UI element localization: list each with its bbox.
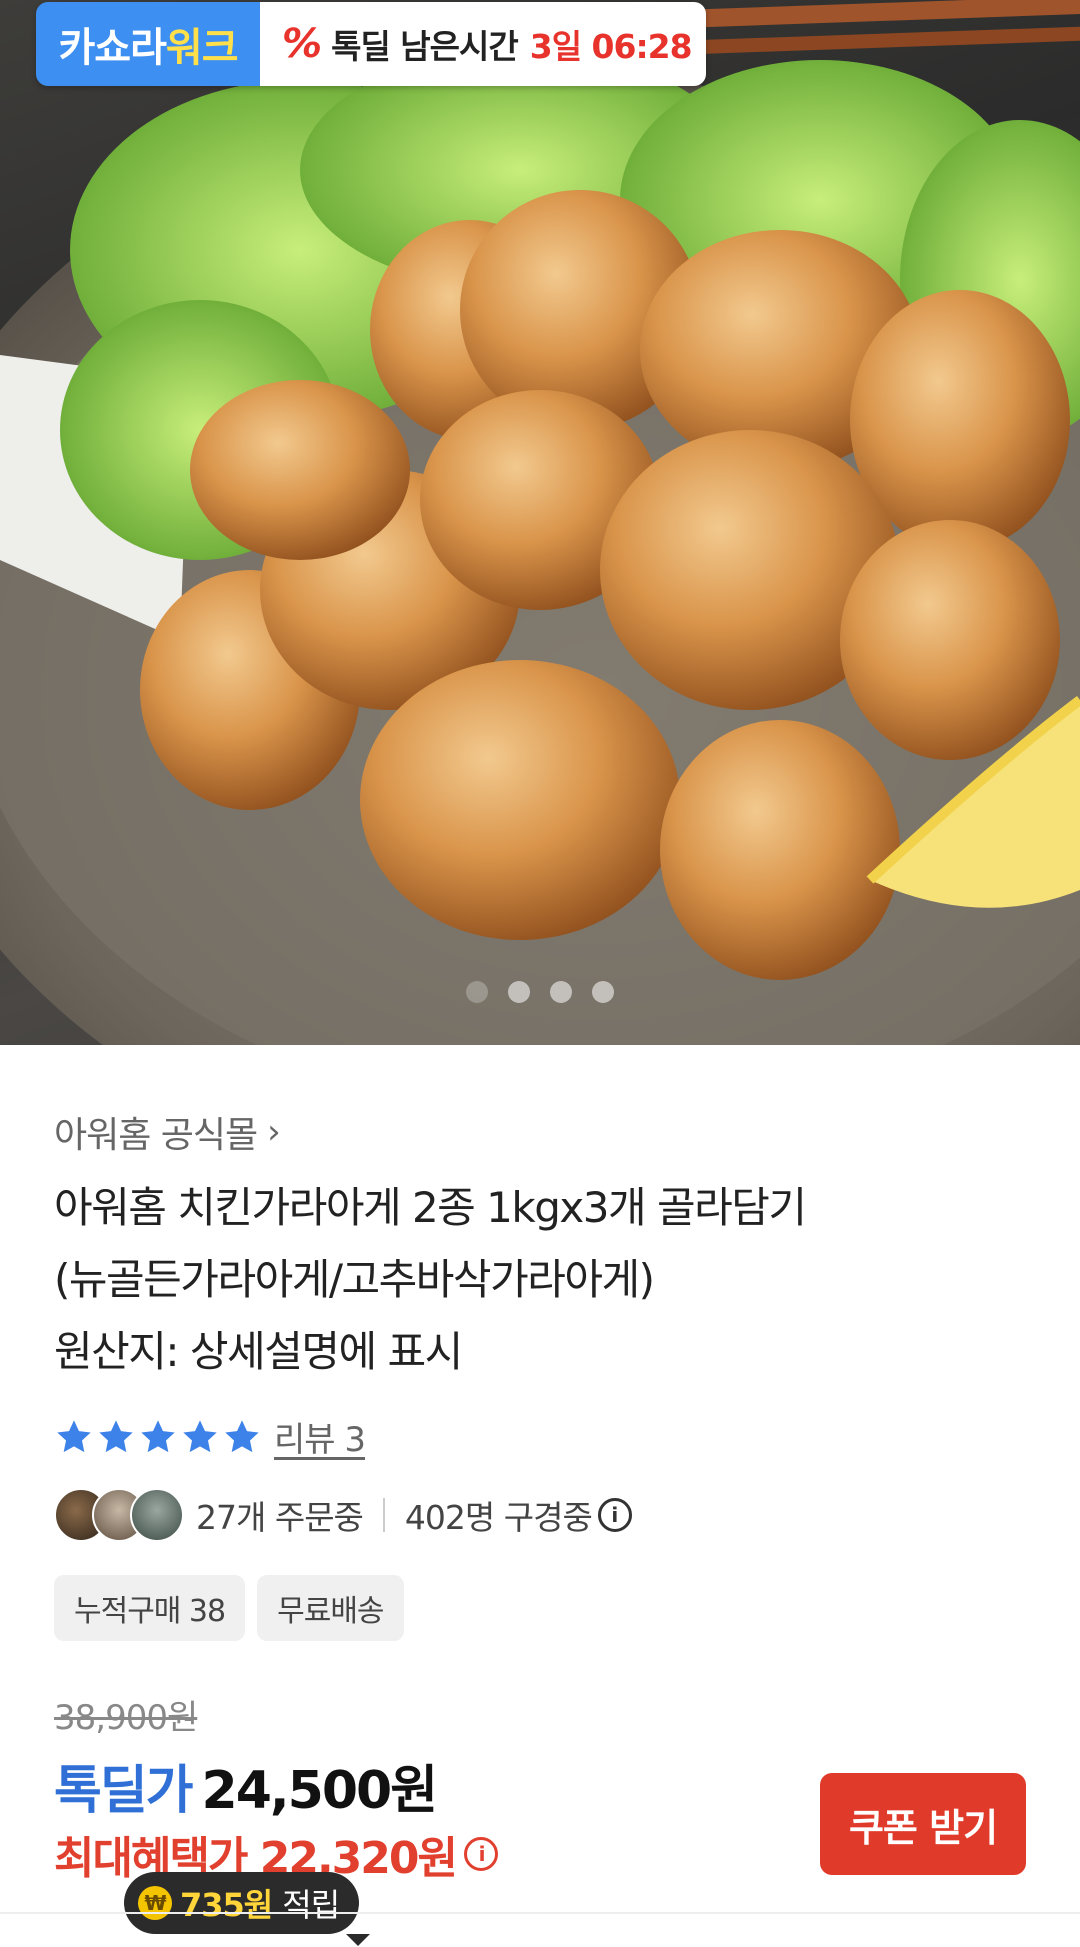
fried-chicken-photo <box>0 0 1080 1045</box>
deal-price-amount: 24,500원 <box>201 1761 439 1821</box>
product-tags: 누적구매 38 무료배송 <box>54 1575 404 1641</box>
product-origin: 원산지: 상세설명에 표시 <box>54 1327 463 1376</box>
product-title-line: 아워홈 치킨가라아게 2종 1kgx3개 골라담기 <box>54 1183 807 1232</box>
divider <box>0 1912 1080 1914</box>
viewers-count: 402명 구경중 <box>404 1498 593 1537</box>
product-title: 아워홈 치킨가라아게 2종 1kgx3개 골라담기 (뉴골든가라아게/고추바삭가… <box>54 1172 1044 1388</box>
deal-price-label: 톡딜가 <box>54 1761 194 1821</box>
carousel-dot[interactable] <box>466 981 488 1003</box>
carousel-dots <box>466 981 614 1003</box>
product-title-line: (뉴골든가라아게/고추바삭가라아게) <box>54 1255 655 1304</box>
buyer-avatars <box>54 1488 184 1542</box>
carousel-dot[interactable] <box>592 981 614 1003</box>
star-icon <box>99 1419 133 1452</box>
product-image-carousel[interactable]: 카쇼라 워크 % 톡딜 남은시간 3일 06:28 <box>0 0 1080 1045</box>
rating-row: 리뷰 3 <box>54 1412 366 1461</box>
star-icon <box>183 1419 217 1452</box>
star-rating <box>54 1417 262 1457</box>
chevron-right-icon: › <box>267 1112 281 1152</box>
star-icon <box>225 1419 259 1452</box>
star-icon <box>57 1419 91 1452</box>
carousel-dot[interactable] <box>550 981 572 1003</box>
deal-timer-value: 3일 06:28 <box>529 27 693 66</box>
percent-icon: % <box>282 21 322 67</box>
orders-count: 27개 주문중 <box>196 1498 364 1537</box>
reward-suffix: 적립 <box>282 1886 340 1924</box>
divider <box>382 1498 385 1532</box>
social-proof-row: 27개 주문중 402명 구경중 i <box>54 1488 632 1542</box>
review-link[interactable]: 리뷰 3 <box>274 1412 366 1461</box>
star-icon <box>141 1419 175 1452</box>
reward-amount: 735원 <box>180 1886 273 1924</box>
kashorawork-logo: 카쇼라 워크 <box>36 2 260 86</box>
avatar <box>130 1488 184 1542</box>
won-coin-icon: ₩ <box>138 1886 172 1920</box>
original-price: 38,900원 <box>54 1698 198 1738</box>
purchase-count-tag: 누적구매 38 <box>54 1575 246 1641</box>
get-coupon-button[interactable]: 쿠폰 받기 <box>820 1773 1026 1875</box>
deal-timer: % 톡딜 남은시간 3일 06:28 <box>260 2 706 86</box>
info-icon[interactable]: i <box>597 1498 632 1532</box>
info-icon[interactable]: i <box>464 1837 498 1871</box>
free-shipping-tag: 무료배송 <box>257 1575 404 1641</box>
deal-timer-badge: 카쇼라 워크 % 톡딜 남은시간 3일 06:28 <box>36 2 706 86</box>
reward-tooltip: ₩ 735원 적립 <box>124 1872 371 1946</box>
seller-link[interactable]: 아워홈 공식몰 › <box>54 1106 281 1158</box>
deal-timer-label: 톡딜 남은시간 <box>331 27 519 66</box>
seller-name: 아워홈 공식몰 <box>54 1115 258 1156</box>
deal-price: 톡딜가 24,500원 <box>54 1748 439 1823</box>
carousel-dot[interactable] <box>508 981 530 1003</box>
